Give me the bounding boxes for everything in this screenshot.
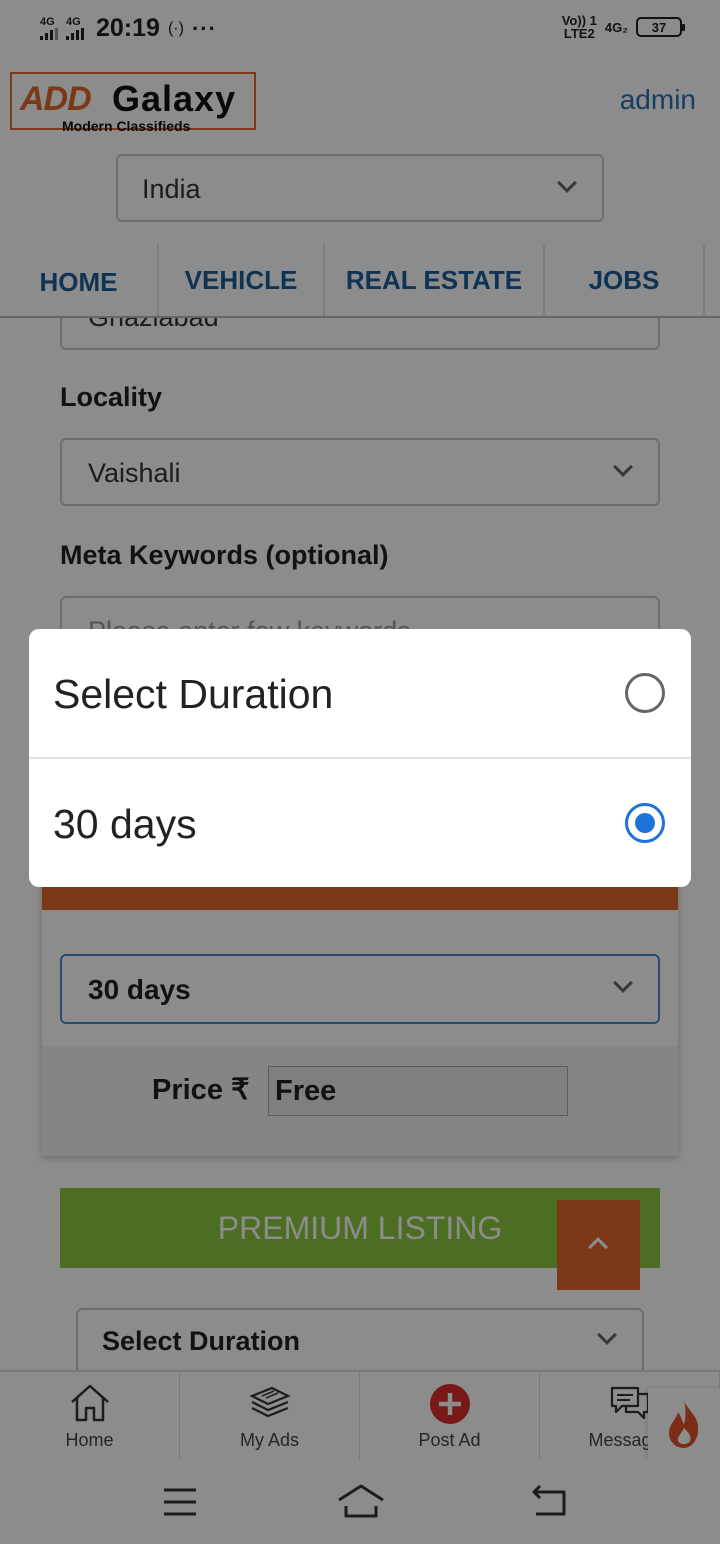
duration-dialog: Select Duration 30 days	[29, 629, 691, 887]
duration-option[interactable]: 30 days	[29, 759, 691, 887]
radio-selected-icon[interactable]	[625, 803, 665, 843]
radio-unselected-icon[interactable]	[625, 673, 665, 713]
duration-option-label: Select Duration	[53, 671, 334, 717]
duration-option[interactable]: Select Duration	[29, 629, 691, 757]
duration-option-label: 30 days	[53, 801, 197, 847]
